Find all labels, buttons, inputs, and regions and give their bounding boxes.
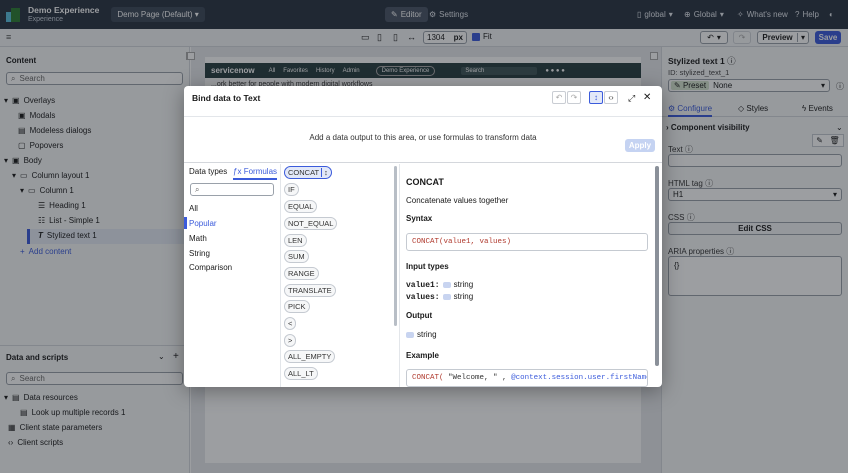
formula-search-input[interactable]: ⌕ xyxy=(190,183,274,196)
function-label: > xyxy=(288,336,293,345)
category-label: String xyxy=(189,249,210,258)
category-string[interactable]: String xyxy=(189,249,210,258)
output-label: Output xyxy=(406,311,433,320)
syntax-code: CONCAT(value1, values) xyxy=(406,233,648,251)
function-less-than[interactable]: < xyxy=(284,317,297,330)
category-math[interactable]: Math xyxy=(189,234,207,243)
category-label: Math xyxy=(189,234,207,243)
sort-toggle-button[interactable]: ↕ xyxy=(589,91,603,104)
example-fn: CONCAT( xyxy=(412,374,444,382)
function-translate[interactable]: TRANSLATE xyxy=(284,284,336,297)
divider xyxy=(280,164,281,387)
string-type-icon xyxy=(442,293,451,300)
category-label: Popular xyxy=(189,219,217,228)
function-greater-than[interactable]: > xyxy=(284,334,297,347)
arrows-vertical-icon: ↕ xyxy=(594,93,598,102)
bind-data-modal: Bind data to Text ↶ ↷ ↕ ‹› ⤢ ✕ Add a dat… xyxy=(184,86,662,387)
function-label: ALL_EMPTY xyxy=(288,352,332,361)
function-range[interactable]: RANGE xyxy=(284,267,319,280)
example-label: Example xyxy=(406,351,439,360)
detail-scrollbar[interactable] xyxy=(655,166,659,366)
category-all[interactable]: All xyxy=(189,204,198,213)
input-type-row: value1: string xyxy=(406,280,473,290)
undo-button[interactable]: ↶ xyxy=(552,91,566,104)
function-sum[interactable]: SUM xyxy=(284,250,309,263)
category-label: All xyxy=(189,204,198,213)
detail-function-name: CONCAT xyxy=(406,177,444,187)
detail-description: Concatenate values together xyxy=(406,196,509,205)
category-comparison[interactable]: Comparison xyxy=(189,263,232,272)
tab-formulas[interactable]: ƒx Formulas xyxy=(233,167,278,180)
apply-button[interactable]: Apply xyxy=(625,139,655,152)
input-name: values: xyxy=(406,293,440,302)
function-label: NOT_EQUAL xyxy=(288,219,334,228)
function-label: RANGE xyxy=(288,269,315,278)
redo-icon: ↷ xyxy=(570,93,578,102)
tab-data-types[interactable]: Data types xyxy=(189,167,227,176)
function-not-equal[interactable]: NOT_EQUAL xyxy=(284,217,338,230)
input-type: string xyxy=(453,292,474,301)
redo-button[interactable]: ↷ xyxy=(567,91,581,104)
input-name: value1: xyxy=(406,281,440,290)
output-type: string xyxy=(417,330,437,339)
function-label: ALL_LT xyxy=(288,369,314,378)
function-label: PICK xyxy=(288,302,306,311)
string-type-icon xyxy=(442,281,451,288)
example-code: CONCAT( "Welcome, " , @context.session.u… xyxy=(406,369,648,387)
drop-hint: Add a data output to this area, or use f… xyxy=(309,133,537,142)
function-label: IF xyxy=(288,185,295,194)
function-label: < xyxy=(288,319,293,328)
drop-area[interactable]: Add a data output to this area, or use f… xyxy=(184,116,662,163)
function-equal[interactable]: EQUAL xyxy=(284,200,318,213)
function-label: SUM xyxy=(288,252,305,261)
divider xyxy=(399,164,400,387)
function-len[interactable]: LEN xyxy=(284,234,307,247)
function-if[interactable]: IF xyxy=(284,183,299,196)
code-view-button[interactable]: ‹› xyxy=(604,91,618,104)
function-label: EQUAL xyxy=(288,202,314,211)
output-type-row: string xyxy=(406,330,437,339)
function-label: LEN xyxy=(288,236,303,245)
string-type-icon xyxy=(406,331,414,338)
close-icon[interactable]: ✕ xyxy=(643,92,651,103)
category-popular[interactable]: Popular xyxy=(189,219,217,228)
input-type-row: values: string xyxy=(406,292,473,302)
syntax-label: Syntax xyxy=(406,214,433,223)
category-indicator xyxy=(184,217,187,229)
function-label: CONCAT xyxy=(288,168,319,177)
function-all-empty[interactable]: ALL_EMPTY xyxy=(284,350,336,363)
function-icon: ƒx xyxy=(233,167,242,176)
function-list-scrollbar[interactable] xyxy=(394,166,397,326)
input-type: string xyxy=(453,280,474,289)
tab-data-types-label: Data types xyxy=(189,167,228,176)
tab-formulas-label: Formulas xyxy=(243,167,278,176)
function-pick[interactable]: PICK xyxy=(284,300,310,313)
search-icon: ⌕ xyxy=(195,184,200,194)
example-string: "Welcome, " xyxy=(448,374,498,382)
category-label: Comparison xyxy=(189,263,233,272)
arrows-vertical-icon: ↕ xyxy=(321,168,328,177)
modal-title: Bind data to Text xyxy=(192,93,261,103)
apply-label: Apply xyxy=(628,141,652,150)
function-label: TRANSLATE xyxy=(288,286,332,295)
function-concat[interactable]: CONCAT ↕ xyxy=(284,166,332,179)
undo-icon: ↶ xyxy=(555,93,563,102)
expand-icon[interactable]: ⤢ xyxy=(628,93,635,104)
example-ref: @context.session.user.firstName xyxy=(511,374,648,382)
code-icon: ‹› xyxy=(608,93,614,102)
example-sep: , xyxy=(502,374,507,382)
input-types-label: Input types xyxy=(406,262,449,271)
function-all-lt[interactable]: ALL_LT xyxy=(284,367,318,380)
